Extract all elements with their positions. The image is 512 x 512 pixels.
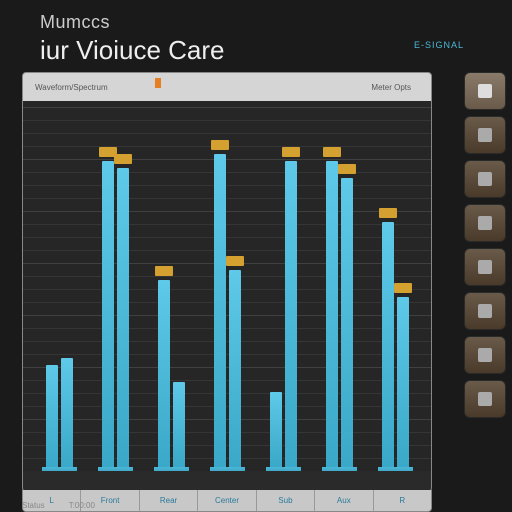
fx-icon (478, 348, 492, 362)
channel-label[interactable]: Sub (257, 490, 315, 511)
meter-panel: Waveform/Spectrum Meter Opts (22, 72, 432, 492)
level-bar (397, 297, 409, 467)
level-bars (23, 101, 431, 471)
solo-icon (478, 216, 492, 230)
bar-group[interactable] (255, 101, 311, 467)
loop-icon (478, 304, 492, 318)
level-bar (214, 154, 226, 467)
footer: Status T:00:00 (22, 501, 95, 510)
level-bar (61, 358, 73, 467)
save-button[interactable] (464, 380, 506, 418)
footer-time: T:00:00 (69, 501, 95, 510)
settings-button[interactable] (464, 72, 506, 110)
marker-icon (155, 78, 161, 88)
signal-badge: E-SIGNAL (414, 40, 464, 50)
fx-button[interactable] (464, 336, 506, 374)
save-icon (478, 392, 492, 406)
panel-header-left: Waveform/Spectrum (35, 83, 371, 92)
level-bar (326, 161, 338, 467)
level-bar (102, 161, 114, 467)
level-bar (117, 168, 129, 467)
bar-group[interactable] (31, 101, 87, 467)
level-bar (382, 222, 394, 467)
mute-icon (478, 172, 492, 186)
level-bar (285, 161, 297, 467)
eq-icon (478, 128, 492, 142)
level-bar (270, 392, 282, 467)
loop-button[interactable] (464, 292, 506, 330)
channel-label[interactable]: Aux (315, 490, 373, 511)
settings-icon (478, 84, 492, 98)
level-bar (229, 270, 241, 467)
app-title-small: Mumccs (40, 12, 512, 33)
level-bar (173, 382, 185, 467)
mute-button[interactable] (464, 160, 506, 198)
level-bar (341, 178, 353, 467)
panel-header: Waveform/Spectrum Meter Opts (23, 73, 431, 101)
bar-group[interactable] (311, 101, 367, 467)
eq-button[interactable] (464, 116, 506, 154)
channel-label[interactable]: Center (198, 490, 256, 511)
record-button[interactable] (464, 248, 506, 286)
record-icon (478, 260, 492, 274)
app-header: Mumccs iur Vioiuce Care (0, 0, 512, 74)
bar-group[interactable] (367, 101, 423, 467)
bar-group[interactable] (87, 101, 143, 467)
channel-label[interactable]: R (374, 490, 431, 511)
sidebar (464, 72, 506, 418)
bar-group[interactable] (199, 101, 255, 467)
level-bar (46, 365, 58, 467)
bar-group[interactable] (143, 101, 199, 467)
solo-button[interactable] (464, 204, 506, 242)
footer-status: Status (22, 501, 45, 510)
level-bar (158, 280, 170, 467)
channel-label[interactable]: Rear (140, 490, 198, 511)
panel-header-right[interactable]: Meter Opts (371, 83, 411, 92)
chart-area (23, 101, 431, 471)
